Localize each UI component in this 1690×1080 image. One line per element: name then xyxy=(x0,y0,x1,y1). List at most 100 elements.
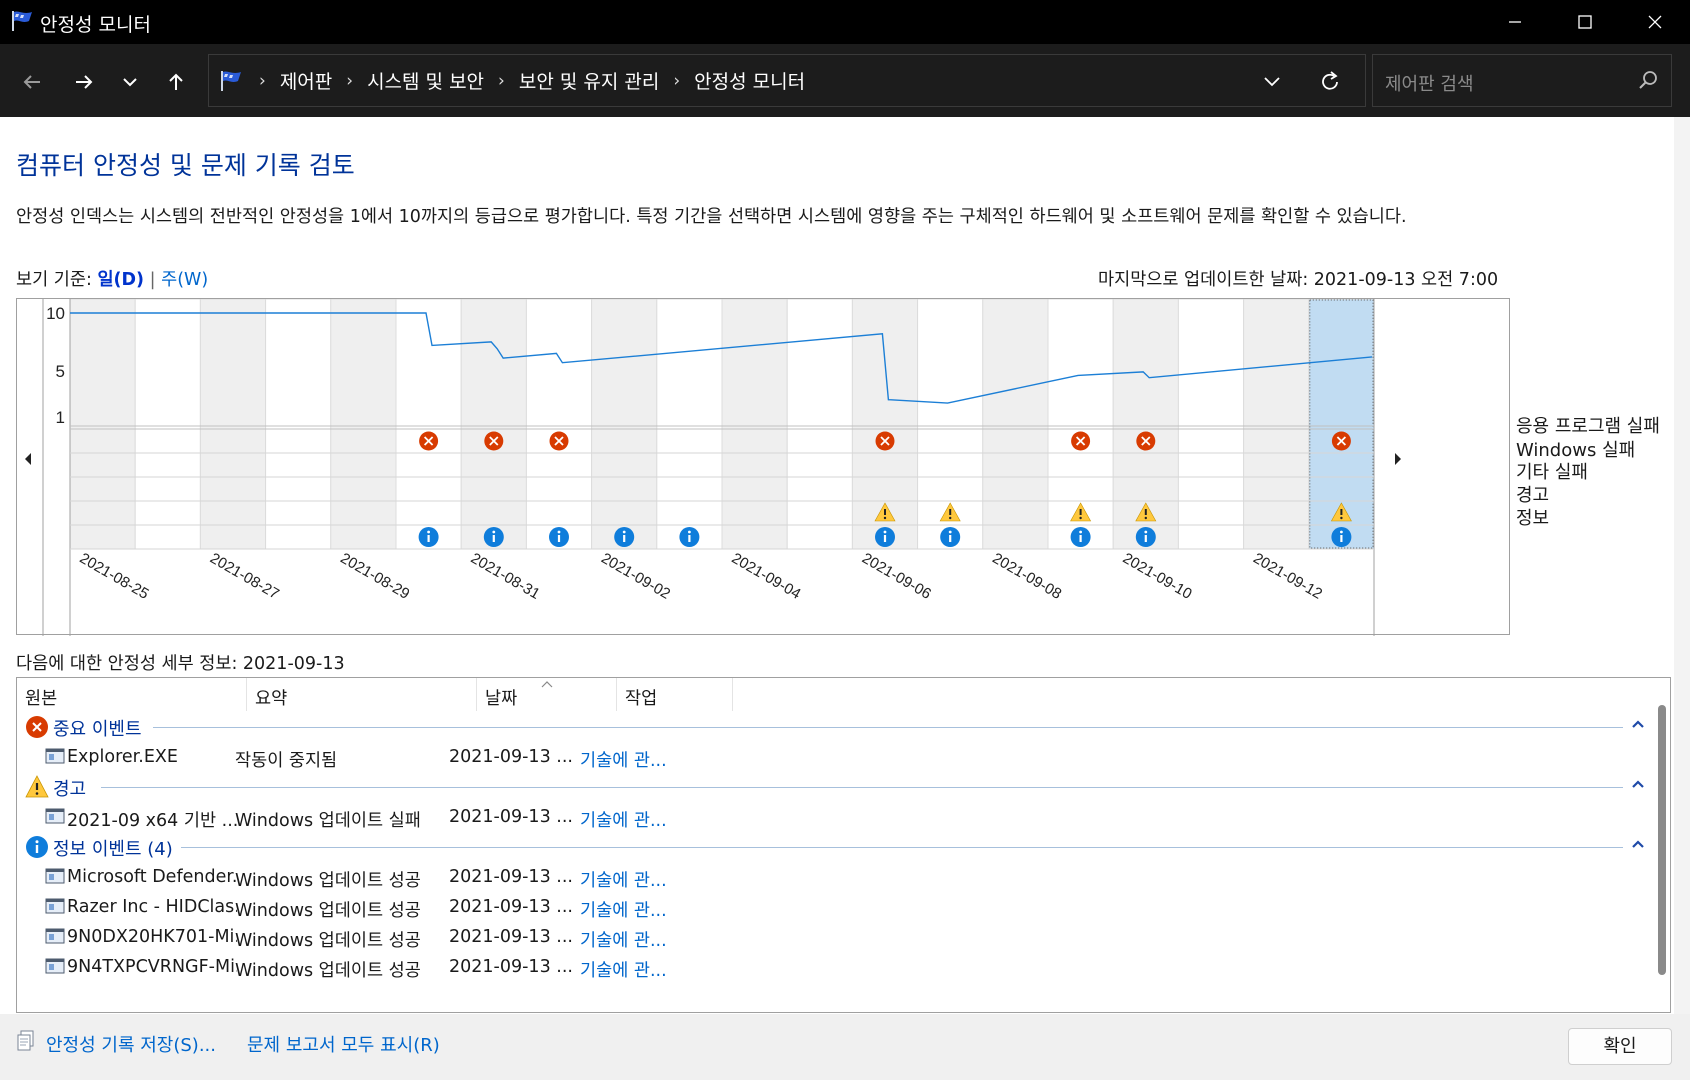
day-column[interactable] xyxy=(265,299,332,550)
row-action-link[interactable]: 기술에 관... xyxy=(580,867,700,892)
search-box[interactable]: 제어판 검색 xyxy=(1372,54,1672,107)
table-row[interactable]: Explorer.EXE 작동이 중지됨 2021-09-13 ... 기술에 … xyxy=(17,742,1637,772)
info-icon xyxy=(26,836,48,858)
collapse-icon[interactable] xyxy=(1631,718,1645,730)
warning-icon-dot xyxy=(1340,516,1343,520)
scroll-right-icon[interactable] xyxy=(1395,453,1401,465)
maximize-icon xyxy=(1578,15,1592,29)
chevron-right-icon[interactable]: › xyxy=(673,71,680,91)
search-icon[interactable] xyxy=(1637,69,1659,91)
navigation-bar: › 제어판 › 시스템 및 보안 › 보안 및 유지 관리 › 안정성 모니터 … xyxy=(0,44,1690,117)
last-updated: 마지막으로 업데이트한 날짜: 2021-09-13 오전 7:00 xyxy=(1098,270,1499,290)
table-row[interactable]: Razer Inc - HIDClas... Windows 업데이트 성공 2… xyxy=(17,892,1637,922)
info-icon-mark xyxy=(1144,535,1147,542)
page-scrollbar[interactable] xyxy=(1674,117,1690,1014)
arrow-right-icon xyxy=(76,75,93,89)
day-column[interactable] xyxy=(69,299,136,550)
reliability-chart-svg[interactable]: 10 5 1 2021-08-25 2021-08-27 2021-08-29 2021-0… xyxy=(17,299,1511,636)
chevron-down-icon xyxy=(123,78,137,87)
breadcrumb-security-maintenance[interactable]: 보안 및 유지 관리 xyxy=(519,67,659,94)
page-description: 안정성 인덱스는 시스템의 전반적인 안정성을 1에서 10까지의 등급으로 평… xyxy=(16,207,1407,227)
day-column[interactable] xyxy=(460,299,527,550)
group-title: 정보 이벤트 (4) xyxy=(53,839,173,860)
row-action-link[interactable]: 기술에 관... xyxy=(580,747,700,772)
view-by-week-link[interactable]: 주(W) xyxy=(161,270,208,290)
save-history-link[interactable]: 안정성 기록 저장(S)... xyxy=(46,1031,216,1057)
up-button[interactable] xyxy=(158,64,194,100)
row-date: 2021-09-13 ... xyxy=(449,807,573,827)
column-header-date[interactable]: 날짜 xyxy=(477,678,617,711)
refresh-button[interactable] xyxy=(1312,64,1348,100)
collapse-icon[interactable] xyxy=(1631,778,1645,790)
forward-button[interactable] xyxy=(66,64,102,100)
scrollbar-thumb[interactable] xyxy=(1658,705,1666,975)
ok-button[interactable]: 확인 xyxy=(1568,1028,1672,1065)
address-dropdown-button[interactable] xyxy=(1254,64,1290,100)
chevron-right-icon[interactable]: › xyxy=(346,71,353,91)
view-by-day-link[interactable]: 일(D) xyxy=(97,270,144,290)
table-row[interactable]: Microsoft Defender... Windows 업데이트 성공 20… xyxy=(17,862,1637,892)
info-icon-mark xyxy=(949,535,952,542)
collapse-icon[interactable] xyxy=(1631,838,1645,850)
x-tick-label: 2021-08-31 xyxy=(468,550,543,603)
page-title: 컴퓨터 안정성 및 문제 기록 검토 xyxy=(16,151,355,180)
info-icon-mark xyxy=(492,535,495,542)
details-table: 원본 요약 날짜 작업 중요 이벤트 Explorer.EXE 작동이 중지됨 … xyxy=(16,677,1671,1013)
day-column[interactable] xyxy=(199,299,267,550)
group-divider xyxy=(101,787,1623,788)
chevron-right-icon[interactable]: › xyxy=(498,71,505,91)
row-action-link[interactable]: 기술에 관... xyxy=(580,927,700,952)
x-tick-label: 2021-09-02 xyxy=(598,550,673,603)
minimize-icon xyxy=(1509,21,1521,23)
scroll-left-icon[interactable] xyxy=(25,453,31,465)
info-icon-mark xyxy=(1340,535,1343,542)
y-tick-label: 1 xyxy=(56,408,65,427)
table-scrollbar[interactable] xyxy=(1656,705,1668,975)
flag-icon xyxy=(221,70,241,91)
app-window-icon xyxy=(45,898,65,914)
day-column[interactable] xyxy=(330,299,397,550)
table-row[interactable]: 9N4TXPCVRNGF-Mi... Windows 업데이트 성공 2021-… xyxy=(17,952,1637,982)
recent-locations-button[interactable] xyxy=(112,64,148,100)
day-column[interactable] xyxy=(982,299,1049,550)
info-icon-mark xyxy=(557,535,561,542)
document-icon xyxy=(17,1030,34,1051)
group-title: 경고 xyxy=(53,779,87,800)
back-button[interactable] xyxy=(14,64,50,100)
day-column[interactable] xyxy=(1243,299,1310,550)
close-icon xyxy=(1648,15,1662,29)
column-header-summary[interactable]: 요약 xyxy=(247,678,477,711)
breadcrumb-control-panel[interactable]: 제어판 xyxy=(280,67,332,94)
row-source: 9N4TXPCVRNGF-Mi... xyxy=(67,957,237,977)
row-action-link[interactable]: 기술에 관... xyxy=(580,957,700,982)
day-column[interactable] xyxy=(721,299,788,550)
refresh-icon xyxy=(1322,71,1338,90)
group-divider xyxy=(181,847,1623,848)
view-all-reports-link[interactable]: 문제 보고서 모두 표시(R) xyxy=(247,1031,440,1057)
day-column[interactable] xyxy=(786,299,853,550)
row-action-link[interactable]: 기술에 관... xyxy=(580,897,700,922)
row-action-link[interactable]: 기술에 관... xyxy=(580,807,700,832)
day-column[interactable] xyxy=(525,299,593,550)
group-critical-events: 중요 이벤트 xyxy=(25,712,1645,742)
table-row[interactable]: 9N0DX20HK701-Mi... Windows 업데이트 성공 2021-… xyxy=(17,922,1637,952)
column-header-action[interactable]: 작업 xyxy=(617,678,733,711)
table-row[interactable]: 2021-09 x64 기반 ... Windows 업데이트 실패 2021-… xyxy=(17,802,1637,832)
address-bar[interactable]: › 제어판 › 시스템 및 보안 › 보안 및 유지 관리 › 안정성 모니터 xyxy=(208,54,1366,107)
day-column[interactable] xyxy=(395,299,462,550)
breadcrumb-reliability-monitor[interactable]: 안정성 모니터 xyxy=(694,67,805,94)
breadcrumb-system-security[interactable]: 시스템 및 보안 xyxy=(367,67,484,94)
reliability-chart[interactable]: 10 5 1 2021-08-25 2021-08-27 2021-08-29 2021-0… xyxy=(16,298,1511,636)
day-column[interactable] xyxy=(591,299,658,550)
maximize-button[interactable] xyxy=(1550,0,1620,44)
close-button[interactable] xyxy=(1620,0,1690,44)
day-column[interactable] xyxy=(134,299,201,550)
minimize-button[interactable] xyxy=(1480,0,1550,44)
search-placeholder[interactable]: 제어판 검색 xyxy=(1385,70,1474,96)
info-icon-dot xyxy=(883,530,887,534)
info-icon-dot xyxy=(1079,530,1082,534)
info-icon-mark xyxy=(1079,535,1082,542)
day-column[interactable] xyxy=(656,299,723,550)
day-column[interactable] xyxy=(1177,299,1245,550)
column-header-source[interactable]: 원본 xyxy=(17,678,247,711)
